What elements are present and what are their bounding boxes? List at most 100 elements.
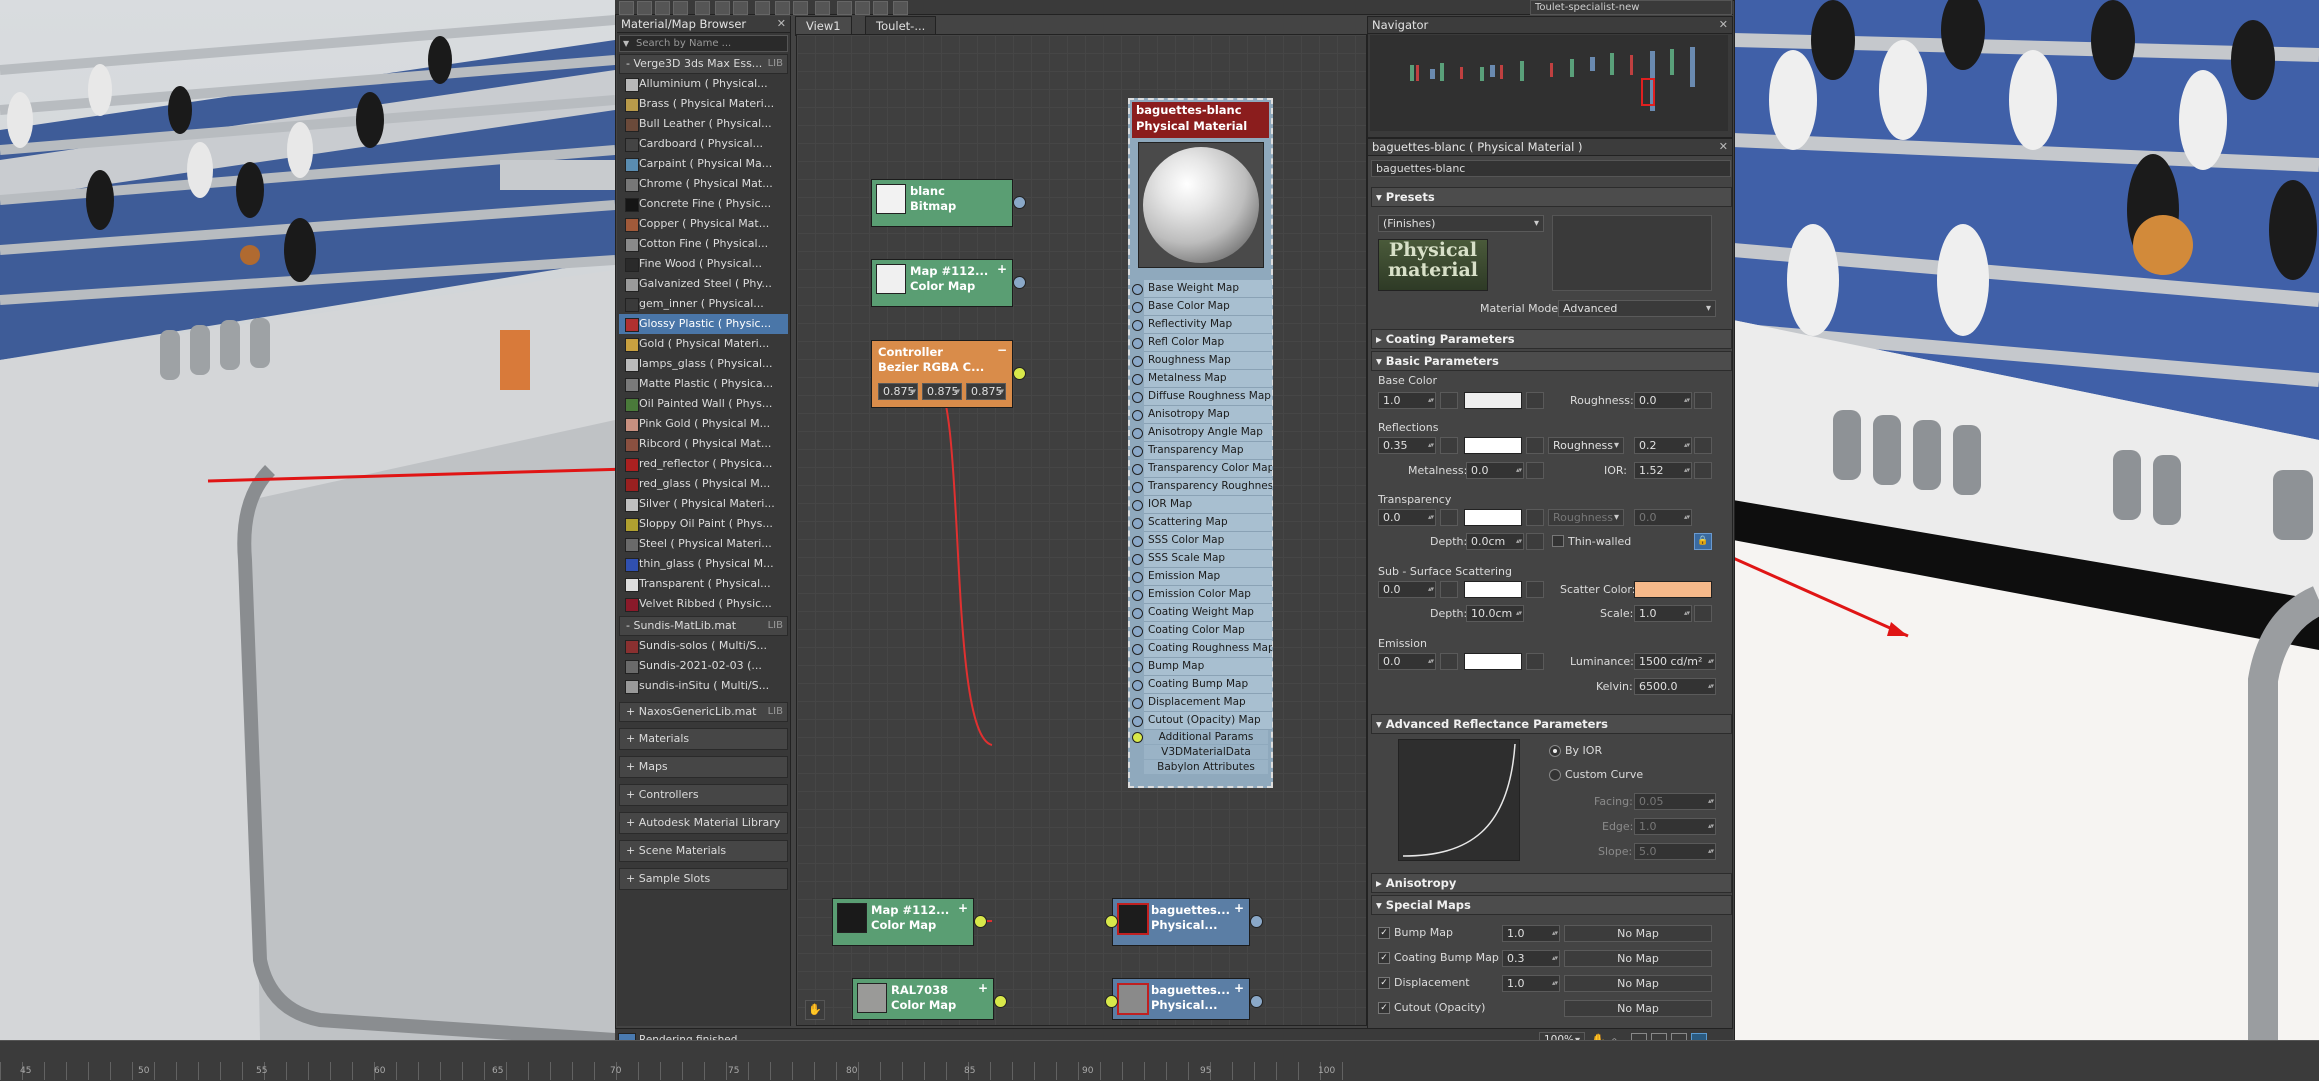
special-map-checkbox[interactable]: ✓ [1378,1002,1390,1014]
material-list-item[interactable]: red_glass ( Physical M... [619,474,788,494]
input-port[interactable] [1105,915,1118,928]
transparency-depth-map-button[interactable] [1526,533,1544,550]
material-extra-slot[interactable]: Babylon Attributes [1144,760,1268,774]
material-extra-slot[interactable]: V3DMaterialData [1144,745,1268,759]
output-port[interactable] [994,995,1007,1008]
metalness-spinner[interactable]: 0.0 [1466,462,1524,479]
sss-weight-spinner[interactable]: 0.0 [1378,581,1436,598]
material-slot[interactable]: Bump Map [1144,658,1272,676]
finishes-dropdown[interactable]: (Finishes) [1378,215,1544,232]
node-bezier-controller[interactable]: Controller Bezier RGBA C... − 0.875 0.87… [871,340,1026,408]
navigator-view[interactable] [1370,35,1728,131]
node-blanc-bitmap[interactable]: blanc Bitmap [871,179,1026,227]
transparency-color-map-button[interactable] [1526,509,1544,526]
material-list-item[interactable]: Pink Gold ( Physical M... [619,414,788,434]
close-icon[interactable]: ✕ [777,16,786,32]
category-button[interactable]: + Autodesk Material Library [619,812,788,834]
ior-spinner[interactable]: 1.52 [1634,462,1692,479]
special-map-button[interactable]: No Map [1564,975,1712,992]
output-port[interactable] [1013,196,1026,209]
navigator-toggle-icon[interactable] [837,1,852,15]
material-id-icon[interactable] [815,1,830,15]
tab-view1[interactable]: View1 [795,16,852,36]
output-port[interactable] [1013,276,1026,289]
expand-icon[interactable]: + [1234,901,1244,915]
reflectivity-spinner[interactable]: 0.35 [1378,437,1436,454]
slot-input-port[interactable] [1132,338,1143,349]
node-map112-colormap-2[interactable]: Map #112... Color Map + [832,898,987,946]
material-list-item[interactable]: Chrome ( Physical Mat... [619,174,788,194]
material-slot[interactable]: Transparency Roughnes... [1144,478,1272,496]
material-list-item[interactable]: Ribcord ( Physical Mat... [619,434,788,454]
slot-input-port[interactable] [1132,392,1143,403]
slot-input-port[interactable] [1132,698,1143,709]
node-ral7038-colormap[interactable]: RAL7038 Color Map + [852,978,1007,1020]
rollout-advanced-reflectance[interactable]: ▾ Advanced Reflectance Parameters [1371,714,1732,734]
material-list-item[interactable]: Steel ( Physical Materi... [619,534,788,554]
edge-spinner[interactable]: 1.0 [1634,818,1716,835]
special-map-checkbox[interactable]: ✓ [1378,927,1390,939]
sss-color-swatch[interactable] [1464,581,1522,598]
params-toggle-icon[interactable] [873,1,888,15]
tab-toulet[interactable]: Toulet-... [865,16,937,36]
material-list-item[interactable]: Copper ( Physical Mat... [619,214,788,234]
sss-depth-spinner[interactable]: 10.0cm [1466,605,1524,622]
material-list-item[interactable]: Sundis-solos ( Multi/S... [619,636,788,656]
pan-hand-icon[interactable]: ✋ [805,1000,825,1020]
material-slot[interactable]: Transparency Map [1144,442,1272,460]
controller-g-spinner[interactable]: 0.875 [922,383,962,400]
slot-input-port[interactable] [1132,608,1143,619]
slot-input-port[interactable] [1132,590,1143,601]
transparency-roughness-spinner[interactable]: 0.0 [1634,509,1692,526]
sss-scale-map-button[interactable] [1694,605,1712,622]
special-map-checkbox[interactable]: ✓ [1378,952,1390,964]
rollout-presets[interactable]: ▾ Presets [1371,187,1732,207]
material-list-item[interactable]: Bull Leather ( Physical... [619,114,788,134]
input-port[interactable] [1105,995,1118,1008]
roughness-spinner[interactable]: 0.0 [1634,392,1692,409]
emission-weight-spinner[interactable]: 0.0 [1378,653,1436,670]
slot-input-port[interactable] [1132,302,1143,313]
category-button[interactable]: + Controllers [619,784,788,806]
reflectivity-map-button[interactable] [1440,437,1458,454]
material-slot[interactable]: Metalness Map [1144,370,1272,388]
slot-input-port[interactable] [1132,644,1143,655]
layout-children-icon[interactable] [793,1,808,15]
material-extra-slot[interactable]: Additional Params [1144,730,1268,744]
category-button[interactable]: + Materials [619,728,788,750]
material-mode-dropdown[interactable]: Advanced [1558,300,1716,317]
base-color-map-button[interactable] [1526,392,1544,409]
move-children-icon[interactable] [715,1,730,15]
material-slot[interactable]: Base Weight Map [1144,280,1272,298]
base-weight-spinner[interactable]: 1.0 [1378,392,1436,409]
expand-icon[interactable]: + [997,262,1007,276]
slot-input-port[interactable] [1132,320,1143,331]
preset-dropdown[interactable]: Toulet-specialist-new [1530,0,1732,15]
material-list-item[interactable]: Sundis-2021-02-03 (... [619,656,788,676]
thin-walled-checkbox[interactable] [1552,535,1564,547]
special-map-button[interactable]: No Map [1564,925,1712,942]
reflection-roughness-mode-dropdown[interactable]: Roughness [1548,437,1624,454]
put-material-icon[interactable] [655,1,670,15]
close-icon[interactable]: ✕ [1719,139,1728,155]
material-list-item[interactable]: Cotton Fine ( Physical... [619,234,788,254]
search-input[interactable]: Search by Name ... [619,35,788,52]
slot-input-port[interactable] [1132,572,1143,583]
special-map-checkbox[interactable]: ✓ [1378,977,1390,989]
material-list-item[interactable]: Gold ( Physical Materi... [619,334,788,354]
slope-spinner[interactable]: 5.0 [1634,843,1716,860]
material-slot[interactable]: Coating Weight Map [1144,604,1272,622]
lock-icon[interactable]: 🔒 [1694,533,1712,550]
facing-spinner[interactable]: 0.05 [1634,793,1716,810]
material-slot[interactable]: Refl Color Map [1144,334,1272,352]
emission-weight-map-button[interactable] [1440,653,1458,670]
metalness-map-button[interactable] [1526,462,1544,479]
material-slot[interactable]: Roughness Map [1144,352,1272,370]
material-list-item[interactable]: Carpaint ( Physical Ma... [619,154,788,174]
emission-color-swatch[interactable] [1464,653,1522,670]
slot-input-port[interactable] [1132,716,1143,727]
material-list-item[interactable]: Velvet Ribbed ( Physic... [619,594,788,614]
slot-input-port[interactable] [1132,428,1143,439]
layout-all-icon[interactable] [775,1,790,15]
special-map-amount-spinner[interactable]: 1.0 [1502,925,1560,942]
